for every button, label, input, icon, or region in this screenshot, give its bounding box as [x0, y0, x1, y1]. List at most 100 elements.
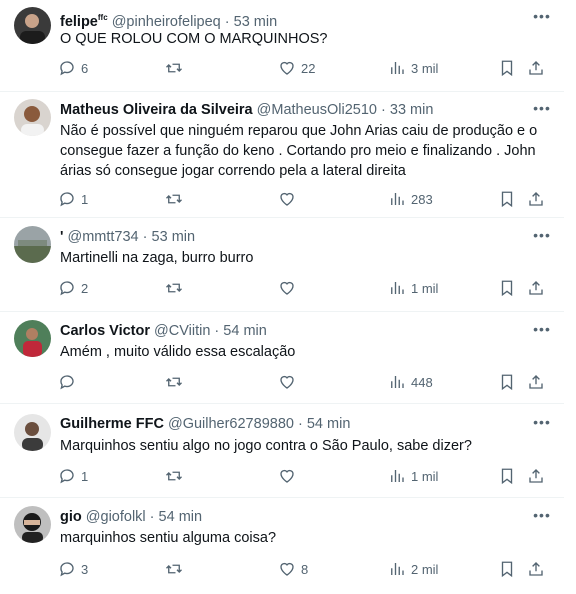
view-count: 1 mil: [411, 468, 439, 484]
retweet-button[interactable]: [165, 188, 188, 210]
retweet-button[interactable]: [165, 277, 188, 299]
view-count: 448: [411, 374, 433, 390]
like-count: 22: [301, 60, 316, 76]
share-icon: [529, 375, 543, 389]
author-name[interactable]: Guilherme FFC: [60, 416, 164, 432]
reply-icon: [60, 192, 74, 207]
share-button[interactable]: [527, 277, 545, 299]
author-name[interactable]: Matheus Oliveira da Silveira: [60, 102, 253, 118]
share-button[interactable]: [527, 558, 545, 580]
author-name[interactable]: ': [60, 229, 63, 245]
more-icon[interactable]: •••: [532, 101, 552, 120]
timestamp[interactable]: 54 min: [223, 323, 267, 339]
share-button[interactable]: [527, 57, 545, 79]
timestamp[interactable]: 33 min: [390, 102, 434, 118]
avatar[interactable]: [14, 226, 51, 263]
share-icon: [529, 281, 543, 295]
reply-count: 3: [81, 561, 89, 577]
reply-button[interactable]: 2: [58, 277, 88, 299]
tweet-text: Marquinhos sentiu algo no jogo contra o …: [60, 438, 472, 454]
reply-button[interactable]: 1: [58, 188, 88, 210]
more-icon[interactable]: •••: [532, 322, 552, 341]
reply-icon: [60, 562, 74, 577]
more-icon[interactable]: •••: [532, 508, 552, 527]
share-button[interactable]: [527, 465, 545, 487]
bookmark-button[interactable]: [498, 371, 516, 393]
views-button[interactable]: 283: [388, 188, 433, 210]
like-button[interactable]: [278, 371, 301, 393]
timestamp[interactable]: 53 min: [234, 14, 278, 30]
bookmark-button[interactable]: [498, 57, 516, 79]
share-button[interactable]: [527, 188, 545, 210]
timestamp[interactable]: 54 min: [159, 509, 203, 525]
reply-count: 2: [81, 280, 89, 296]
views-icon: [391, 62, 404, 74]
retweet-button[interactable]: [165, 465, 188, 487]
views-button[interactable]: 1 mil: [388, 465, 438, 487]
tweet[interactable]: felipeffc @pinheirofelipeq · 53 min ••• …: [0, 0, 564, 92]
heart-icon: [280, 375, 294, 389]
avatar[interactable]: [14, 99, 51, 136]
retweet-icon: [166, 283, 182, 293]
tweet[interactable]: Guilherme FFC @Guilher62789880 · 54 min …: [0, 404, 564, 498]
avatar[interactable]: [14, 414, 51, 451]
heart-icon: [280, 61, 294, 75]
views-icon: [391, 376, 404, 388]
bookmark-button[interactable]: [498, 188, 516, 210]
tweet[interactable]: gio @giofolkl · 54 min ••• marquinhos se…: [0, 498, 564, 594]
separator: ·: [149, 509, 155, 525]
like-button[interactable]: 22: [278, 57, 315, 79]
share-button[interactable]: [527, 371, 545, 393]
tweet[interactable]: ' @mmtt734 · 53 min ••• Martinelli na za…: [0, 218, 564, 312]
views-button[interactable]: 1 mil: [388, 277, 438, 299]
timestamp[interactable]: 54 min: [307, 416, 351, 432]
like-button[interactable]: 8: [278, 558, 308, 580]
bookmark-button[interactable]: [498, 558, 516, 580]
reply-button[interactable]: 3: [58, 558, 88, 580]
author-name[interactable]: felipe: [60, 14, 98, 30]
share-icon: [529, 562, 543, 576]
bookmark-button[interactable]: [498, 465, 516, 487]
author-handle[interactable]: @MatheusOli2510: [257, 102, 377, 118]
views-button[interactable]: 2 mil: [388, 558, 438, 580]
tweet[interactable]: Matheus Oliveira da Silveira @MatheusOli…: [0, 92, 564, 218]
author-handle[interactable]: @CViitin: [154, 323, 210, 339]
retweet-icon: [166, 63, 182, 73]
views-icon: [391, 470, 404, 482]
bookmark-button[interactable]: [498, 277, 516, 299]
views-button[interactable]: 3 mil: [388, 57, 438, 79]
author-handle[interactable]: @mmtt734: [67, 229, 138, 245]
bookmark-icon: [501, 468, 513, 485]
reply-button[interactable]: 1: [58, 465, 88, 487]
author-name[interactable]: gio: [60, 509, 82, 525]
author-handle[interactable]: @Guilher62789880: [168, 416, 294, 432]
more-icon[interactable]: •••: [532, 228, 552, 247]
like-button[interactable]: [278, 188, 301, 210]
retweet-icon: [166, 564, 182, 574]
like-button[interactable]: [278, 465, 301, 487]
more-icon[interactable]: •••: [532, 9, 552, 28]
retweet-button[interactable]: [165, 371, 188, 393]
avatar[interactable]: [14, 320, 51, 357]
separator: ·: [297, 416, 303, 432]
author-handle[interactable]: @pinheirofelipeq: [112, 14, 221, 30]
views-button[interactable]: 448: [388, 371, 433, 393]
like-button[interactable]: [278, 277, 301, 299]
heart-icon: [280, 469, 294, 483]
tweet[interactable]: Carlos Victor @CViitin · 54 min ••• Amém…: [0, 312, 564, 404]
retweet-button[interactable]: [165, 57, 188, 79]
avatar[interactable]: [14, 7, 51, 44]
action-bar: 2 1 mil: [58, 277, 548, 299]
more-icon[interactable]: •••: [532, 415, 552, 434]
timestamp[interactable]: 53 min: [152, 229, 196, 245]
avatar[interactable]: [14, 506, 51, 543]
author-name[interactable]: Carlos Victor: [60, 323, 150, 339]
bookmark-icon: [501, 191, 513, 208]
reply-count: 6: [81, 60, 89, 76]
author-handle[interactable]: @giofolkl: [86, 509, 146, 525]
retweet-button[interactable]: [165, 558, 188, 580]
share-icon: [529, 192, 543, 206]
reply-button[interactable]: 6: [58, 57, 88, 79]
reply-button[interactable]: [58, 371, 81, 393]
tweet-text: Não é possível que ninguém reparou que J…: [60, 123, 538, 179]
